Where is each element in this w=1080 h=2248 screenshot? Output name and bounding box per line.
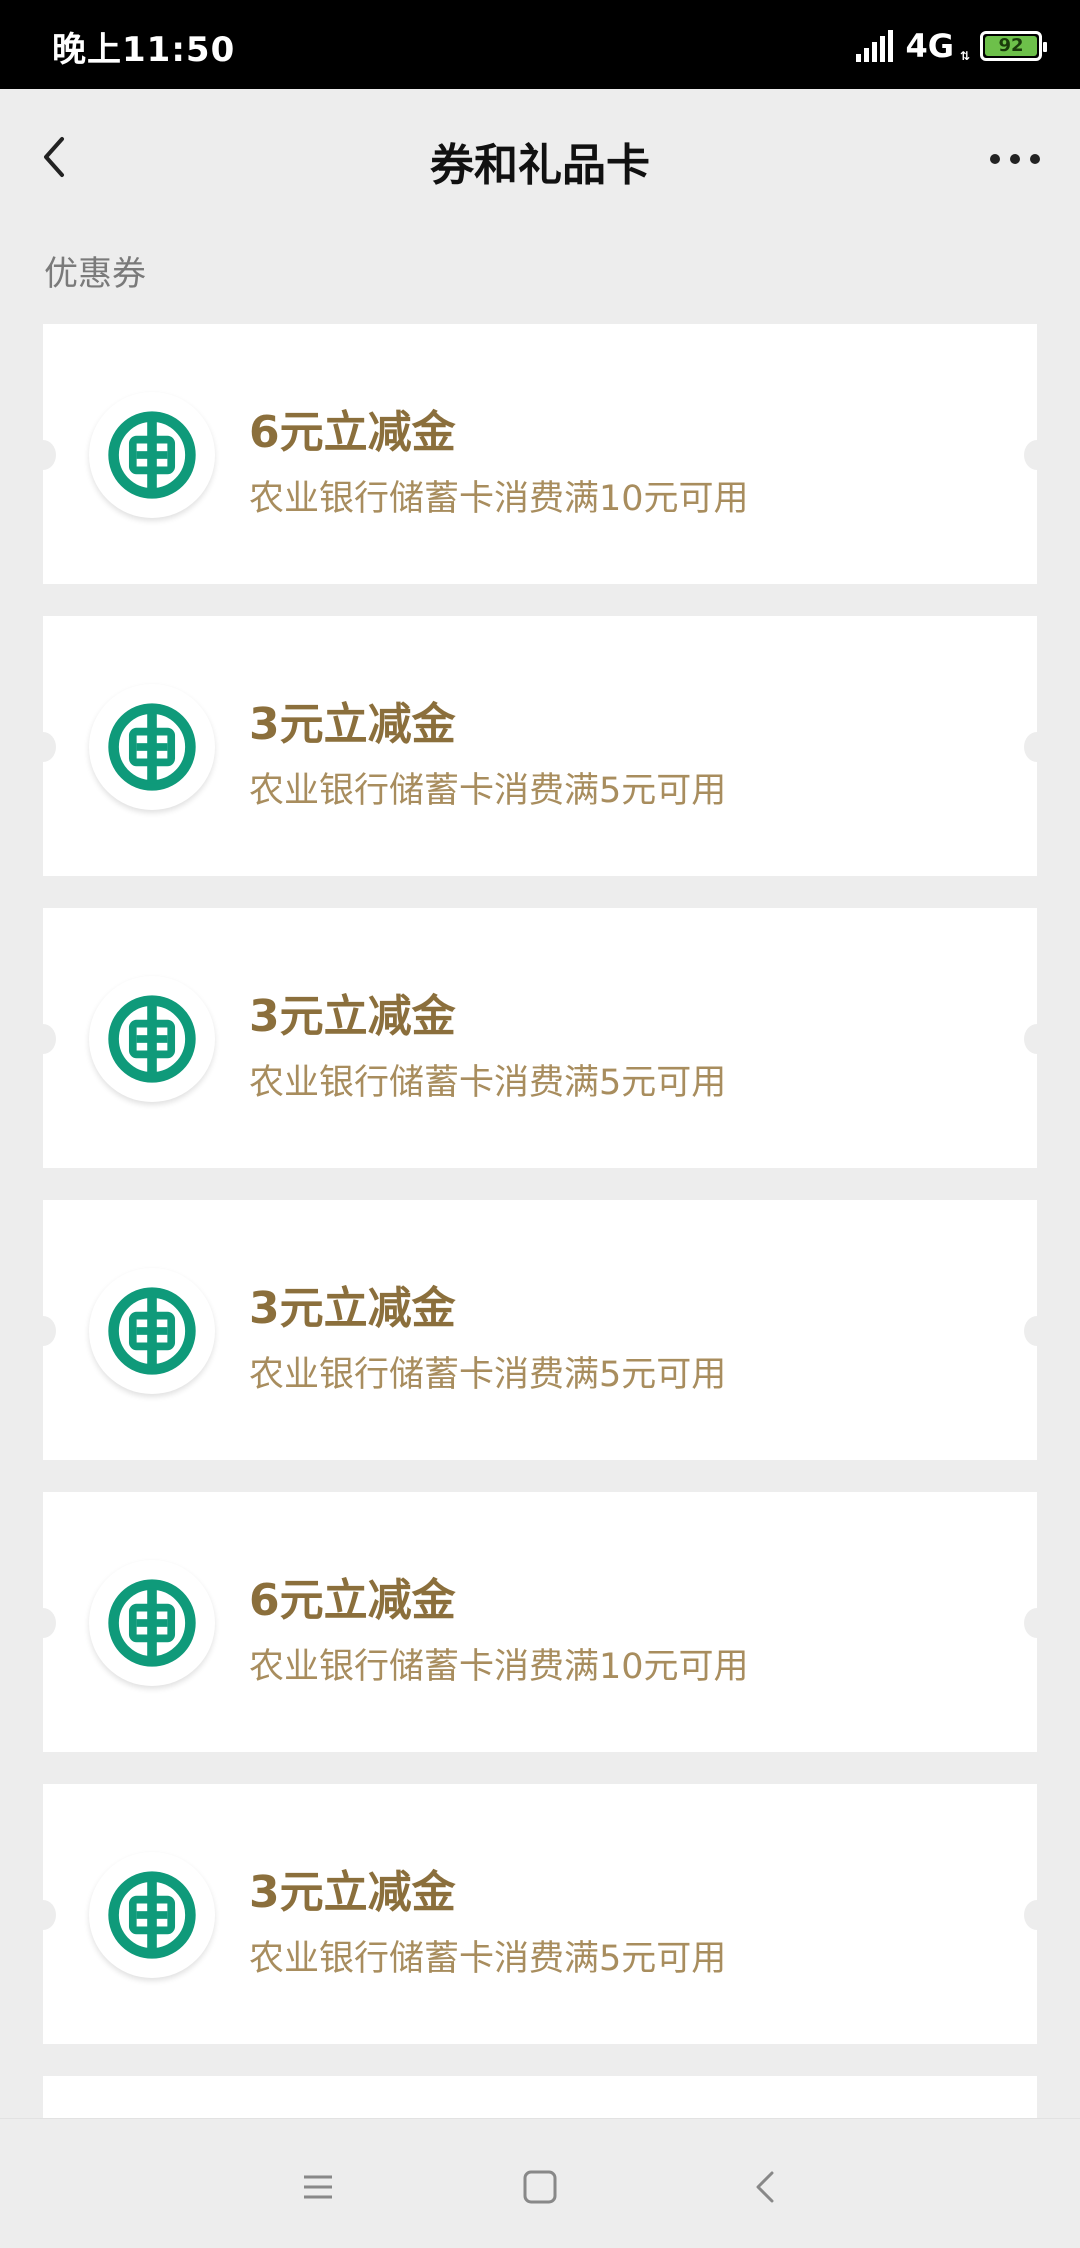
bank-logo-icon: [89, 1560, 215, 1686]
agricultural-bank-logo-icon: [108, 703, 196, 791]
coupon-title: 3元立减金: [249, 991, 456, 1042]
menu-button[interactable]: [288, 2157, 348, 2217]
battery-level: 92: [985, 36, 1037, 56]
signal-icon: [856, 30, 894, 62]
bank-logo-icon: [89, 392, 215, 518]
network-activity-icon: ⇅: [959, 49, 970, 63]
coupon-list: 6元立减金 农业银行储蓄卡消费满10元可用 3元立减金 农业银行储蓄卡消费满5元…: [30, 324, 1050, 2222]
more-dot: [1010, 154, 1020, 164]
section-label: 优惠券: [44, 254, 146, 294]
coupon-card[interactable]: 3元立减金 农业银行储蓄卡消费满5元可用: [30, 908, 1050, 1168]
system-nav-bar: [0, 2118, 1080, 2248]
agricultural-bank-logo-icon: [108, 411, 196, 499]
status-indicators: 4G ⇅ 92: [856, 26, 1047, 66]
coupon-title: 6元立减金: [249, 407, 456, 458]
page-title: 券和礼品卡: [430, 140, 650, 191]
agricultural-bank-logo-icon: [108, 1871, 196, 1959]
coupon-card[interactable]: 3元立减金 农业银行储蓄卡消费满5元可用: [30, 1784, 1050, 2044]
coupon-title: 6元立减金: [249, 1575, 456, 1626]
home-square-icon: [523, 2170, 557, 2204]
coupon-card[interactable]: 3元立减金 农业银行储蓄卡消费满5元可用: [30, 616, 1050, 876]
coupon-title: 3元立减金: [249, 1867, 456, 1918]
coupon-description: 农业银行储蓄卡消费满10元可用: [249, 1647, 749, 1687]
agricultural-bank-logo-icon: [108, 1579, 196, 1667]
more-dot: [1030, 154, 1040, 164]
battery-icon: 92: [980, 31, 1047, 61]
back-triangle-icon: [756, 2171, 774, 2203]
more-button[interactable]: [980, 129, 1050, 189]
menu-icon: [304, 2175, 332, 2199]
coupon-card[interactable]: 6元立减金 农业银行储蓄卡消费满10元可用: [30, 324, 1050, 584]
bank-logo-icon: [89, 1852, 215, 1978]
bank-logo-icon: [89, 976, 215, 1102]
coupon-description: 农业银行储蓄卡消费满5元可用: [249, 1939, 727, 1979]
coupon-description: 农业银行储蓄卡消费满5元可用: [249, 771, 727, 811]
agricultural-bank-logo-icon: [108, 1287, 196, 1375]
coupon-description: 农业银行储蓄卡消费满5元可用: [249, 1063, 727, 1103]
status-time: 晚上11:50: [52, 30, 236, 70]
nav-bar: 券和礼品卡: [0, 89, 1080, 223]
bank-logo-icon: [89, 684, 215, 810]
network-type: 4G ⇅: [905, 27, 970, 65]
coupon-card[interactable]: 6元立减金 农业银行储蓄卡消费满10元可用: [30, 1492, 1050, 1752]
agricultural-bank-logo-icon: [108, 995, 196, 1083]
coupon-title: 3元立减金: [249, 699, 456, 750]
status-bar: 晚上11:50 4G ⇅ 92: [0, 0, 1080, 89]
coupon-description: 农业银行储蓄卡消费满5元可用: [249, 1355, 727, 1395]
system-back-button[interactable]: [736, 2157, 796, 2217]
bank-logo-icon: [89, 1268, 215, 1394]
home-button[interactable]: [510, 2157, 570, 2217]
coupon-title: 3元立减金: [249, 1283, 456, 1334]
network-label: 4G: [905, 27, 954, 65]
coupon-card[interactable]: 3元立减金 农业银行储蓄卡消费满5元可用: [30, 1200, 1050, 1460]
more-dot: [990, 154, 1000, 164]
coupon-description: 农业银行储蓄卡消费满10元可用: [249, 479, 749, 519]
